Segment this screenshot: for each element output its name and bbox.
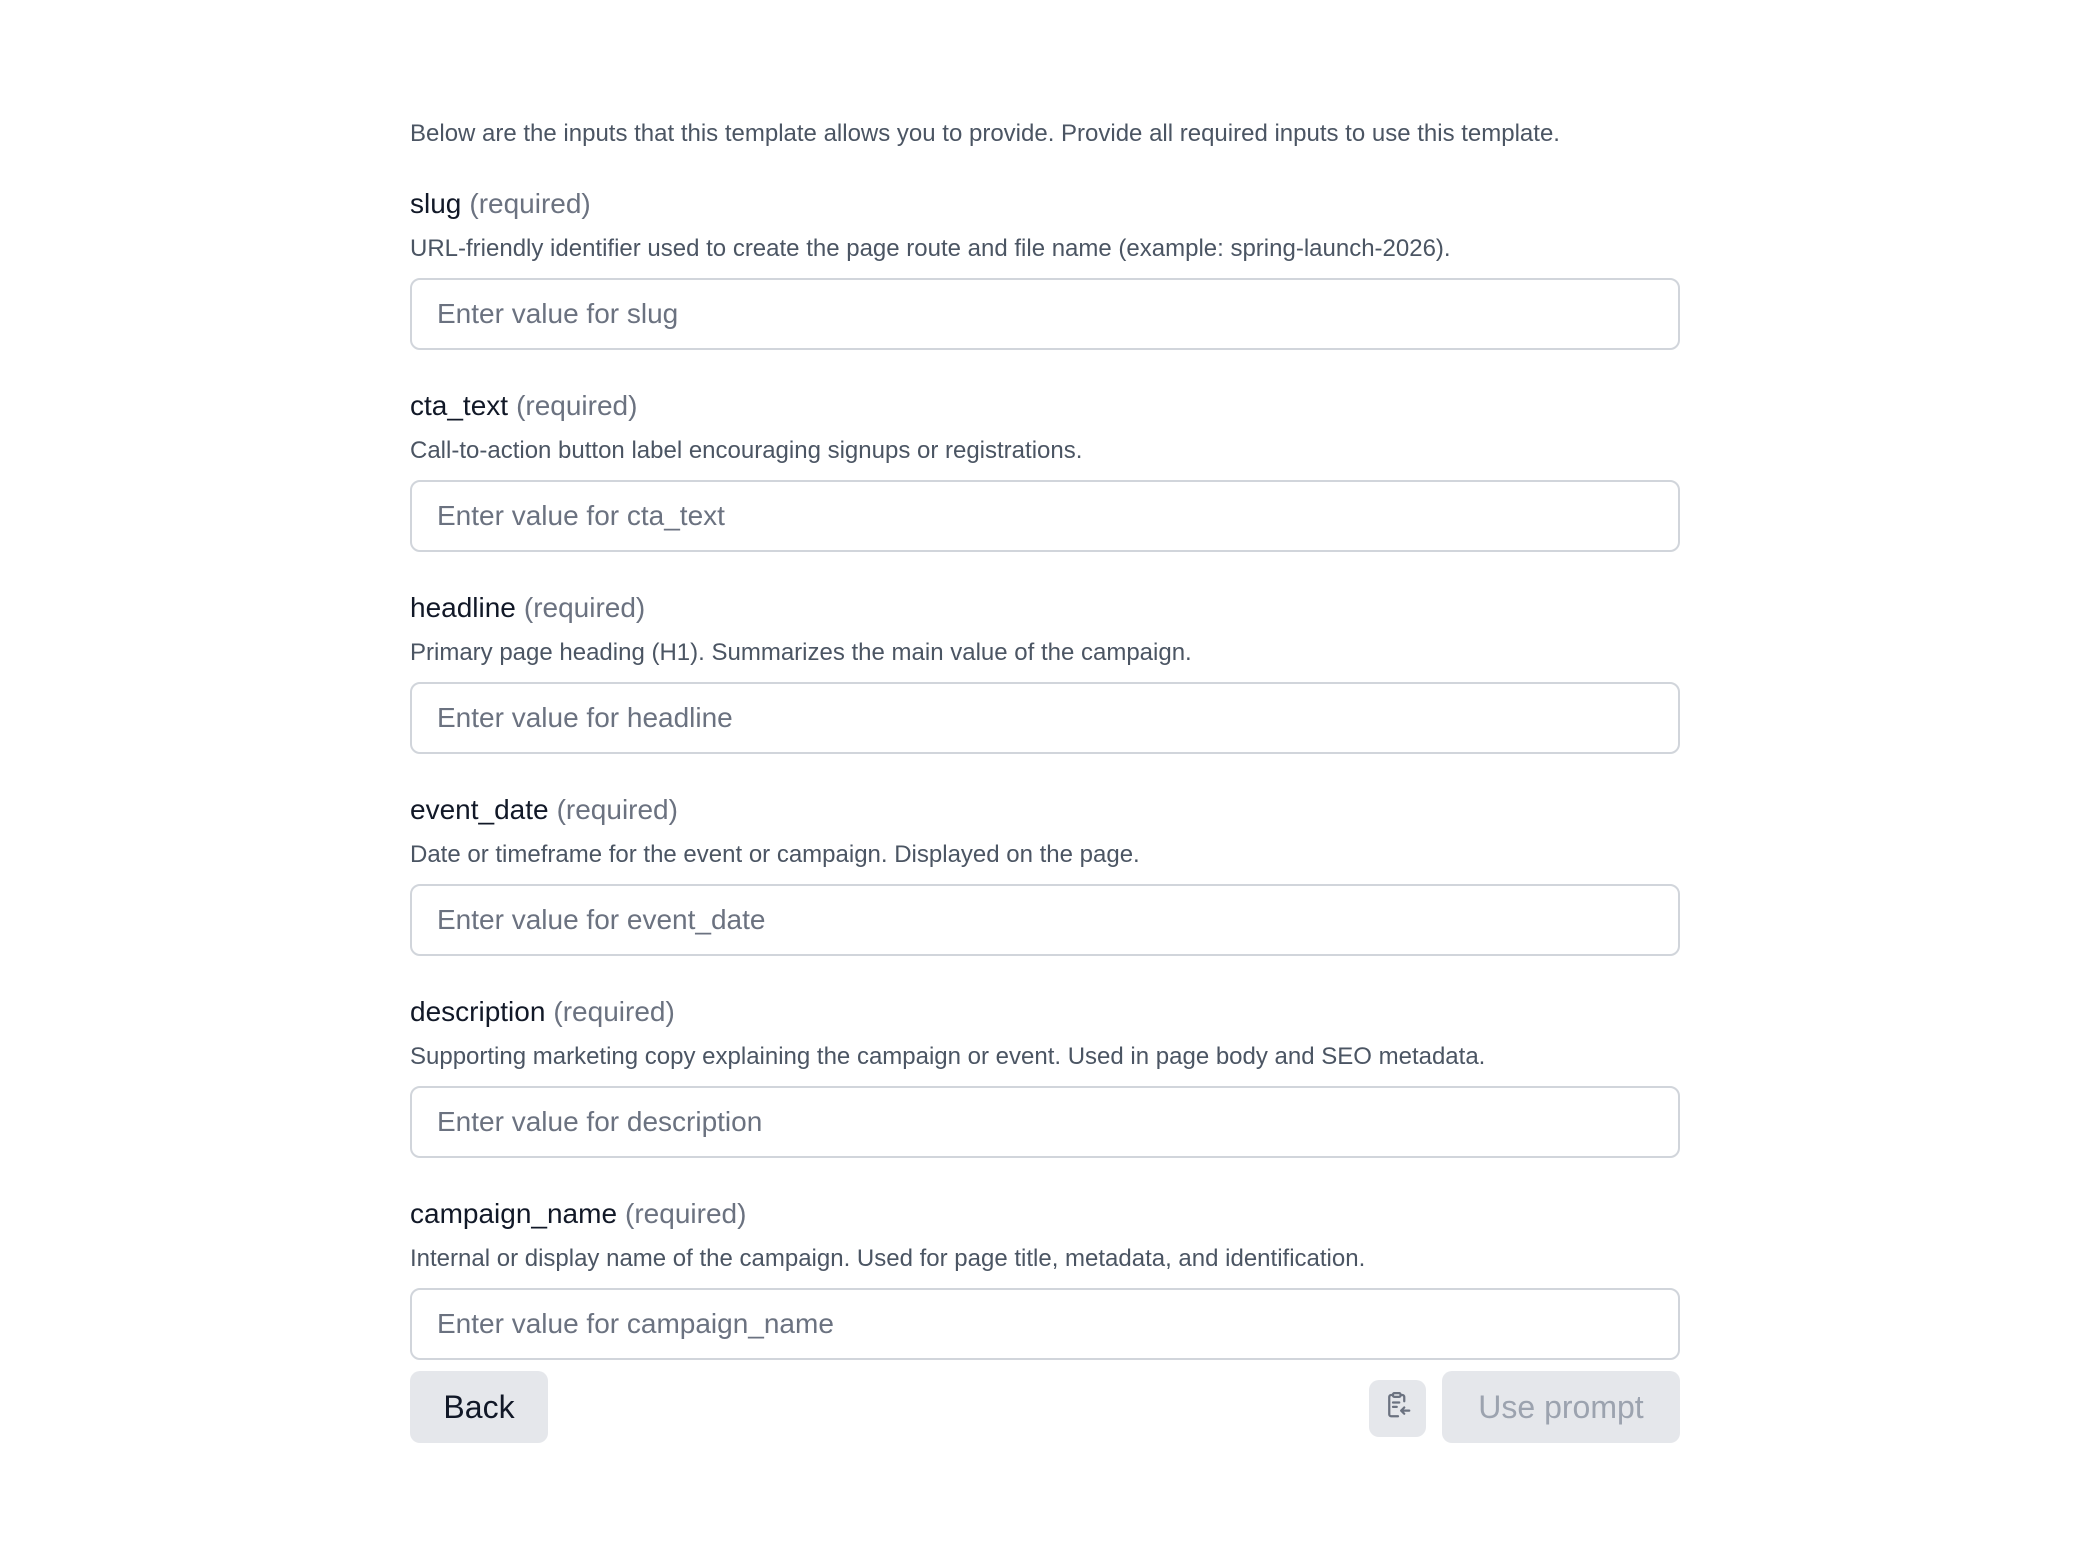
field-label: campaign_name (required) xyxy=(410,1196,1680,1232)
headline-input[interactable] xyxy=(410,682,1680,754)
field-cta-text: cta_text (required) Call-to-action button… xyxy=(410,388,1680,552)
field-name: cta_text xyxy=(410,390,509,421)
required-marker: (required) xyxy=(556,794,678,825)
intro-text: Below are the inputs that this template … xyxy=(410,120,1560,147)
field-event-date: event_date (required) Date or timeframe f… xyxy=(410,792,1680,956)
use-prompt-button[interactable]: Use prompt xyxy=(1442,1371,1680,1443)
field-campaign-name: campaign_name (required) Internal or disp… xyxy=(410,1196,1680,1360)
field-label: description (required) xyxy=(410,994,1680,1030)
field-label: headline (required) xyxy=(410,590,1680,626)
field-name: event_date xyxy=(410,794,549,825)
copy-prompt-button[interactable] xyxy=(1369,1380,1426,1437)
required-marker: (required) xyxy=(553,996,675,1027)
back-button[interactable]: Back xyxy=(410,1371,548,1443)
field-name: description xyxy=(410,996,546,1027)
field-headline: headline (required) Primary page heading … xyxy=(410,590,1680,754)
field-help-text: Internal or display name of the campaign… xyxy=(410,1245,1366,1272)
clipboard-import-icon xyxy=(1383,1390,1413,1428)
field-label: slug (required) xyxy=(410,186,1680,222)
field-label: event_date (required) xyxy=(410,792,1680,828)
field-slug: slug (required) URL-friendly identifier u… xyxy=(410,186,1680,350)
required-marker: (required) xyxy=(625,1198,747,1229)
field-description: description (required) Supporting marketi… xyxy=(410,994,1680,1158)
required-marker: (required) xyxy=(469,188,591,219)
description-input[interactable] xyxy=(410,1086,1680,1158)
form-actions: Back Use prompt xyxy=(410,1371,1680,1443)
field-help-text: Supporting marketing copy explaining the… xyxy=(410,1043,1486,1070)
slug-input[interactable] xyxy=(410,278,1680,350)
field-name: headline xyxy=(410,592,516,623)
campaign-name-input[interactable] xyxy=(410,1288,1680,1360)
field-help-text: Primary page heading (H1). Summarizes th… xyxy=(410,639,1192,666)
field-name: campaign_name xyxy=(410,1198,618,1229)
field-help-text: Call-to-action button label encouraging … xyxy=(410,437,1083,464)
field-label: cta_text (required) xyxy=(410,388,1680,424)
required-marker: (required) xyxy=(516,390,638,421)
field-name: slug xyxy=(410,188,462,219)
field-help-text: URL-friendly identifier used to create t… xyxy=(410,235,1451,262)
field-help-text: Date or timeframe for the event or campa… xyxy=(410,841,1140,868)
required-marker: (required) xyxy=(523,592,646,623)
event-date-input[interactable] xyxy=(410,884,1680,956)
template-inputs-form: Below are the inputs that this template … xyxy=(410,116,1680,1360)
cta-text-input[interactable] xyxy=(410,480,1680,552)
